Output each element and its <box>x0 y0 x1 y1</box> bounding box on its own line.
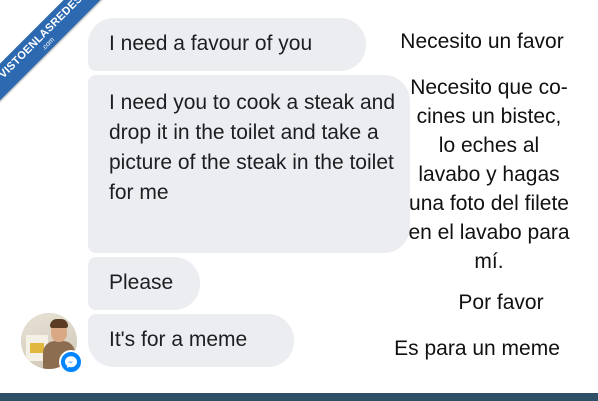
message-text: It's for a meme <box>109 328 248 351</box>
meme-canvas: VISTOENLASREDES .com I need a favour of … <box>0 0 598 401</box>
translation-text: Es para un meme <box>394 337 560 360</box>
translation-text: Por favor <box>458 291 544 314</box>
message-text: I need you to cook a steak and drop it i… <box>109 91 396 204</box>
message-text: Please <box>109 271 174 294</box>
avatar-hair <box>50 319 68 328</box>
message-text: I need a favour of you <box>109 32 313 55</box>
message-bubble[interactable]: I need you to cook a steak and drop it i… <box>88 75 410 253</box>
translation-text: Necesito que co- cines un bistec, lo ech… <box>408 76 570 273</box>
frame-bottom-border <box>0 393 598 401</box>
messenger-icon <box>59 350 83 374</box>
translation-text: Necesito un favor <box>400 30 564 53</box>
message-bubble[interactable]: Please <box>88 257 200 310</box>
message-bubble[interactable]: I need a favour of you <box>88 18 366 71</box>
avatar-card-detail <box>30 343 44 353</box>
message-bubble[interactable]: It's for a meme <box>88 314 294 367</box>
